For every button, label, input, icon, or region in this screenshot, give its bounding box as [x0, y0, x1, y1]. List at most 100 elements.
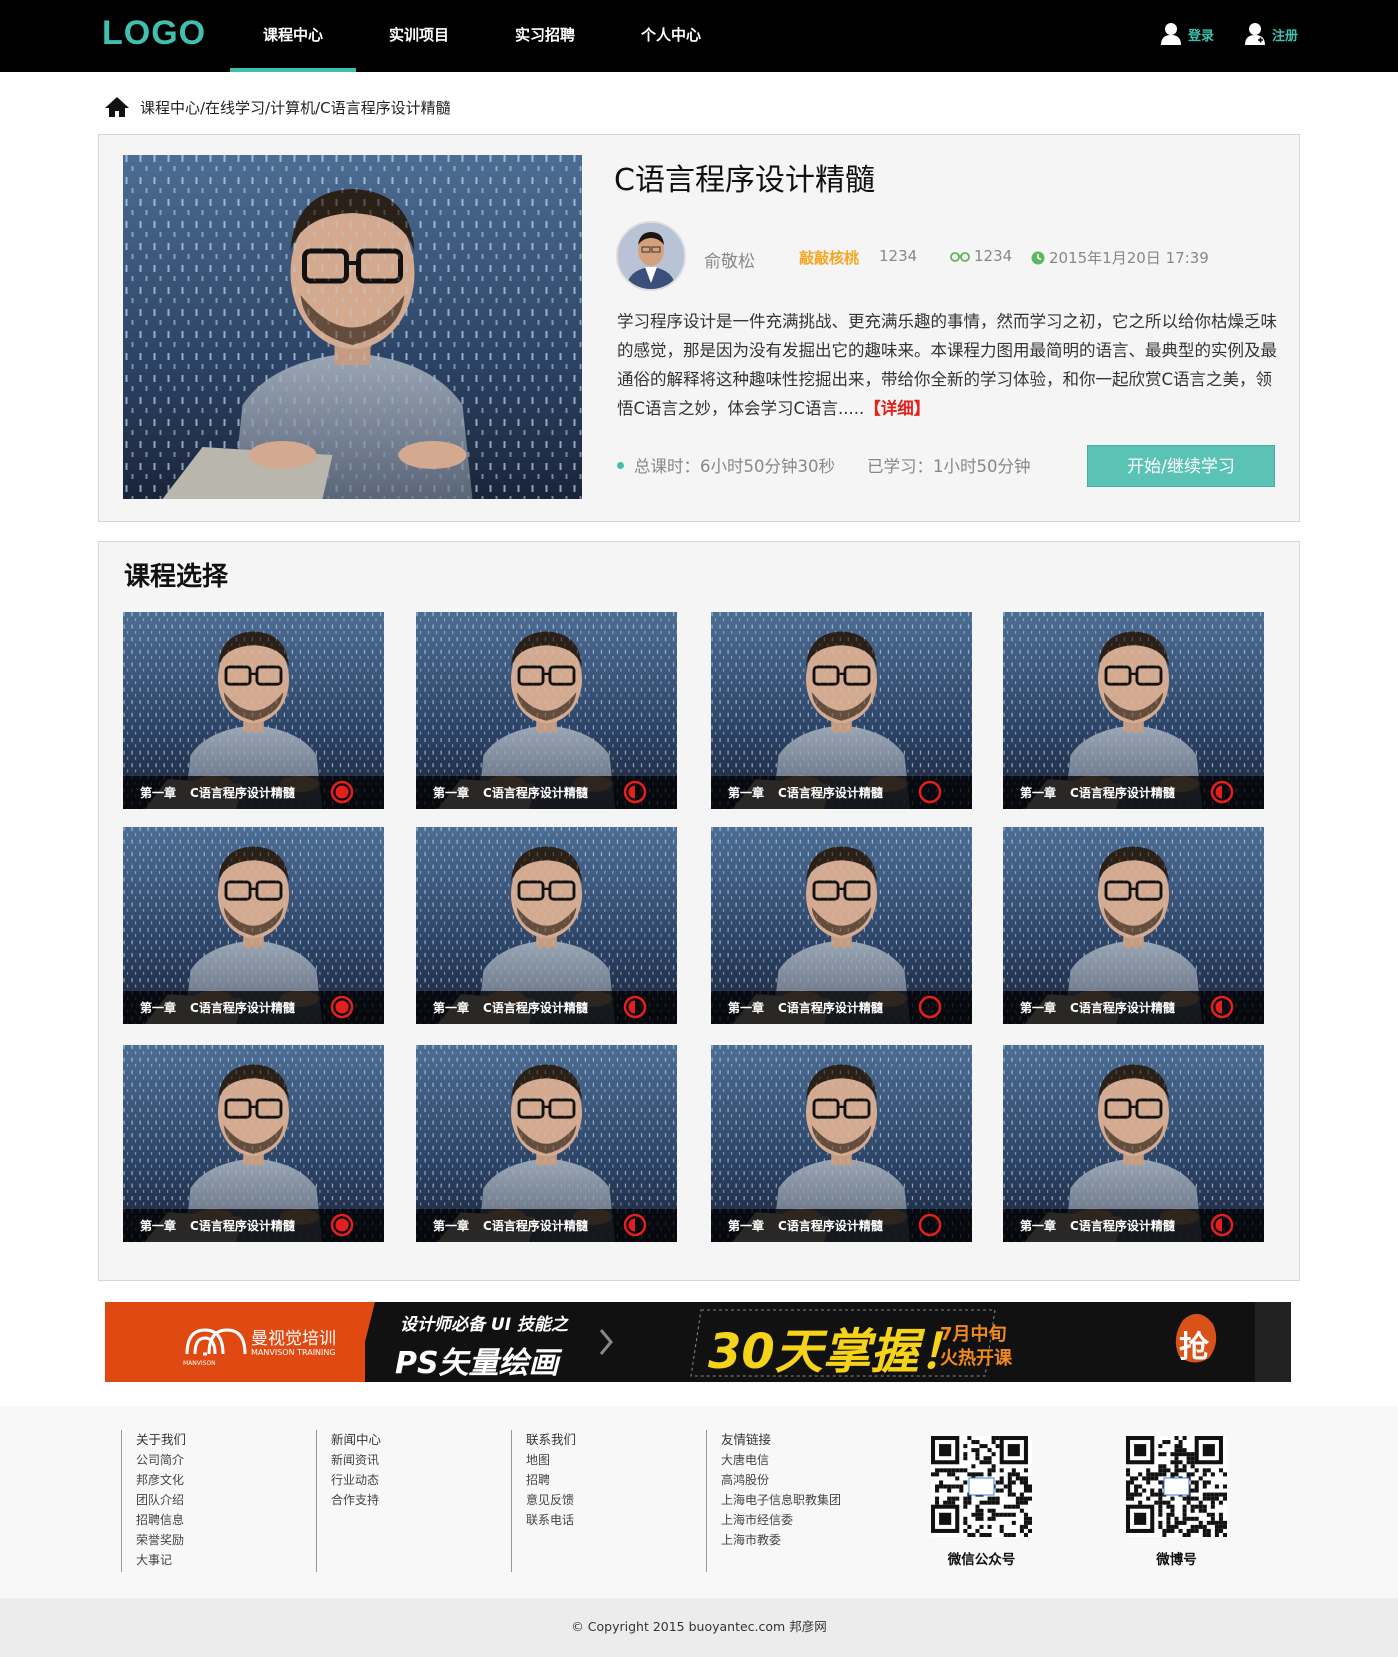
- footer-link[interactable]: 意见反馈: [526, 1490, 576, 1510]
- full-progress-icon[interactable]: [330, 995, 354, 1019]
- footer-link[interactable]: 新闻资讯: [331, 1450, 381, 1470]
- chapter-card[interactable]: 第一章 C语言程序设计精髓: [123, 827, 384, 1024]
- footer-link[interactable]: 团队介绍: [136, 1490, 186, 1510]
- glasses-icon: [950, 252, 970, 262]
- footer-col-title: 联系我们: [526, 1432, 577, 1447]
- chapter-number: 第一章: [140, 786, 177, 800]
- chapter-card[interactable]: 第一章 C语言程序设计精髓: [416, 827, 677, 1024]
- empty-progress-icon[interactable]: [918, 995, 942, 1019]
- clock-icon: [1031, 251, 1045, 264]
- site-logo[interactable]: LOGO: [102, 14, 206, 53]
- footer-link[interactable]: 上海电子信息职教集团: [721, 1490, 841, 1510]
- wechat-qr-label: 微信公众号: [947, 1552, 1016, 1568]
- publish-date: 2015年1月20日 17:39: [1031, 247, 1209, 268]
- course-description-text: 学习程序设计是一件充满挑战、更充满乐趣的事情，然而学习之初，它之所以给你枯燥乏味…: [617, 312, 1277, 418]
- learning-info: 总课时：6小时50分钟30秒 已学习：1小时50分钟: [617, 453, 1031, 477]
- banner-brand-cn: 曼视觉培训: [251, 1329, 336, 1349]
- banner-promo1: 7月中旬: [940, 1324, 1007, 1345]
- bullet-dot: [617, 461, 624, 469]
- half-progress-icon[interactable]: [1210, 1213, 1234, 1237]
- view-count-value: 1234: [974, 247, 1013, 265]
- banner-brand-logo: MANVISON: [183, 1360, 216, 1367]
- chapter-title: C语言程序设计精髓: [1070, 786, 1175, 800]
- course-selection-title: 课程选择: [124, 562, 229, 592]
- chapter-card[interactable]: 第一章 C语言程序设计精髓: [711, 612, 972, 809]
- footer-link[interactable]: 邦彦文化: [136, 1470, 186, 1490]
- teacher-name[interactable]: 俞敬松: [704, 247, 755, 272]
- chapter-card[interactable]: 第一章 C语言程序设计精髓: [123, 612, 384, 809]
- half-progress-icon[interactable]: [623, 1213, 647, 1237]
- footer-col-contact: 联系我们 地图 招聘 意见反馈 联系电话: [511, 1430, 576, 1572]
- user-add-icon: [1244, 23, 1265, 45]
- teacher-avatar[interactable]: [616, 221, 686, 291]
- chapter-card[interactable]: 第一章 C语言程序设计精髓: [1003, 827, 1264, 1024]
- chapter-title: C语言程序设计精髓: [1070, 1001, 1175, 1015]
- half-progress-icon[interactable]: [1210, 995, 1234, 1019]
- empty-progress-icon[interactable]: [918, 1213, 942, 1237]
- footer-link[interactable]: 大事记: [136, 1550, 186, 1570]
- chapter-card[interactable]: 第一章 C语言程序设计精髓: [416, 612, 677, 809]
- footer-link[interactable]: 荣誉奖励: [136, 1530, 186, 1550]
- footer-link[interactable]: 合作支持: [331, 1490, 381, 1510]
- footer-link[interactable]: 上海市经信委: [721, 1510, 841, 1530]
- nav-training-projects[interactable]: 实训项目: [356, 0, 482, 72]
- chapter-title: C语言程序设计精髓: [190, 1001, 295, 1015]
- register-label: 注册: [1271, 28, 1298, 44]
- course-description: 学习程序设计是一件充满挑战、更充满乐趣的事情，然而学习之初，它之所以给你枯燥乏味…: [617, 307, 1277, 423]
- footer-col-title: 新闻中心: [331, 1432, 382, 1447]
- chapter-card[interactable]: 第一章 C语言程序设计精髓: [1003, 1045, 1264, 1242]
- register-link[interactable]: 注册: [1244, 22, 1298, 46]
- chapter-title: C语言程序设计精髓: [1070, 1219, 1175, 1233]
- footer-link[interactable]: 行业动态: [331, 1470, 381, 1490]
- banner-line2: PS矢量绘画: [395, 1346, 559, 1381]
- home-icon[interactable]: [104, 96, 130, 118]
- chapter-number: 第一章: [1020, 1001, 1057, 1015]
- weibo-qr-label: 微博号: [1156, 1552, 1197, 1568]
- empty-progress-icon[interactable]: [918, 780, 942, 804]
- ad-banner[interactable]: 曼视觉培训 MANVISON TRAINING MANVISON 设计师必备 U…: [105, 1302, 1291, 1382]
- nav-internship-jobs[interactable]: 实习招聘: [482, 0, 608, 72]
- chapter-card[interactable]: 第一章 C语言程序设计精髓: [1003, 612, 1264, 809]
- login-label: 登录: [1187, 28, 1214, 44]
- chapter-card[interactable]: 第一章 C语言程序设计精髓: [711, 827, 972, 1024]
- full-progress-icon[interactable]: [330, 780, 354, 804]
- footer-link[interactable]: 招聘: [526, 1470, 576, 1490]
- half-progress-icon[interactable]: [623, 995, 647, 1019]
- breadcrumb-path[interactable]: 课程中心/在线学习/计算机/C语言程序设计精髓: [140, 97, 451, 118]
- banner-grab: 抢: [1179, 1330, 1209, 1365]
- chapter-number: 第一章: [728, 786, 765, 800]
- nav-personal-center[interactable]: 个人中心: [608, 0, 734, 72]
- login-link[interactable]: 登录: [1160, 22, 1214, 46]
- main-nav: 课程中心 实训项目 实习招聘 个人中心: [230, 0, 734, 72]
- user-icon: [1160, 23, 1181, 45]
- footer-col-about: 关于我们 公司简介 邦彦文化 团队介绍 招聘信息 荣誉奖励 大事记: [121, 1430, 186, 1572]
- nav-course-center[interactable]: 课程中心: [230, 0, 356, 72]
- footer: 关于我们 公司简介 邦彦文化 团队介绍 招聘信息 荣誉奖励 大事记 新闻中心 新…: [0, 1406, 1398, 1598]
- footer-link[interactable]: 上海市教委: [721, 1530, 841, 1550]
- wechat-qr-code: [931, 1436, 1032, 1537]
- banner-promo2: 火热开课: [940, 1348, 1012, 1369]
- footer-link[interactable]: 招聘信息: [136, 1510, 186, 1530]
- footer-link[interactable]: 大唐电信: [721, 1450, 841, 1470]
- course-title: C语言程序设计精髓: [614, 163, 875, 198]
- full-progress-icon[interactable]: [330, 1213, 354, 1237]
- chapter-title: C语言程序设计精髓: [190, 786, 295, 800]
- chapter-card[interactable]: 第一章 C语言程序设计精髓: [416, 1045, 677, 1242]
- footer-link[interactable]: 联系电话: [526, 1510, 576, 1530]
- footer-link[interactable]: 高鸿股份: [721, 1470, 841, 1490]
- view-count: 1234: [950, 247, 1012, 265]
- detail-link[interactable]: 【详细】: [864, 399, 930, 418]
- half-progress-icon[interactable]: [623, 780, 647, 804]
- footer-link[interactable]: 地图: [526, 1450, 576, 1470]
- school-name[interactable]: 敲敲核桃: [799, 247, 859, 268]
- banner-big: 30天掌握！: [708, 1324, 967, 1380]
- chapter-card[interactable]: 第一章 C语言程序设计精髓: [123, 1045, 384, 1242]
- start-continue-button[interactable]: 开始/继续学习: [1087, 445, 1275, 487]
- footer-link[interactable]: 公司简介: [136, 1450, 186, 1470]
- breadcrumb: 课程中心/在线学习/计算机/C语言程序设计精髓: [104, 96, 451, 118]
- chapter-number: 第一章: [728, 1219, 765, 1233]
- half-progress-icon[interactable]: [1210, 780, 1234, 804]
- weibo-qr-code: [1126, 1436, 1227, 1537]
- chapter-card[interactable]: 第一章 C语言程序设计精髓: [711, 1045, 972, 1242]
- chapter-number: 第一章: [1020, 1219, 1057, 1233]
